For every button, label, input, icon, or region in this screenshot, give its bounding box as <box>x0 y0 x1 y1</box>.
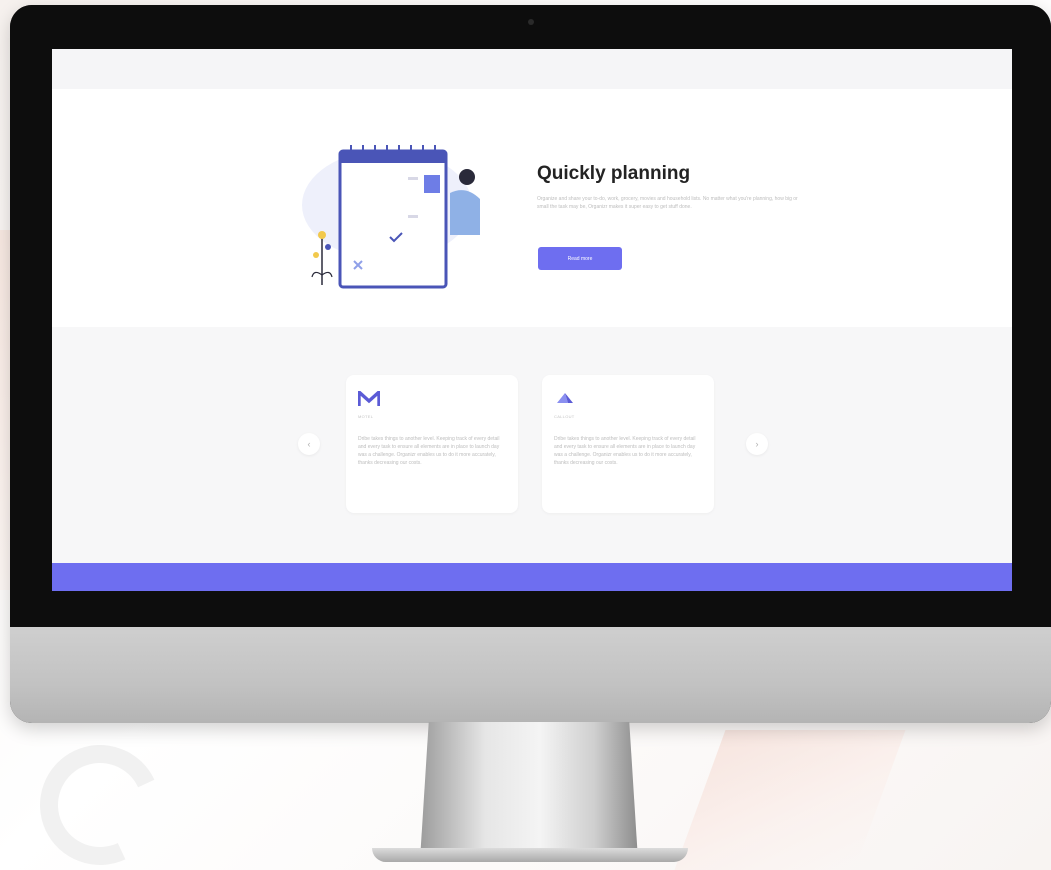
camera-icon <box>528 19 534 25</box>
carousel-prev-button[interactable]: ‹ <box>298 433 320 455</box>
testimonial-card: CALLOUT Dribe takes things to another le… <box>542 375 714 513</box>
monitor-stand-foot <box>372 848 688 862</box>
carousel-next-button[interactable]: › <box>746 433 768 455</box>
m-logo-icon <box>357 388 381 406</box>
monitor-bezel: Quickly planning Organize and share your… <box>10 5 1051 627</box>
footer-band <box>52 563 1012 591</box>
background-book-shape <box>674 730 906 870</box>
monitor-stand <box>420 722 638 860</box>
chevron-left-icon: ‹ <box>307 439 311 449</box>
calendar-illustration <box>302 145 480 289</box>
hero-section: Quickly planning Organize and share your… <box>52 89 1012 327</box>
hero-title: Quickly planning <box>537 163 691 184</box>
testimonials-section: ‹ MOTEL Dribe takes things to another le… <box>52 327 1012 563</box>
monitor-chin <box>10 627 1051 723</box>
card-logo: MOTEL <box>357 388 506 419</box>
hero-description: Organize and share your to-do, work, gro… <box>537 196 798 210</box>
card-text: Dribe takes things to another level. Kee… <box>358 436 500 466</box>
card-logo: CALLOUT <box>554 391 702 419</box>
chevron-right-icon: › <box>755 439 759 449</box>
site-header <box>52 49 1012 89</box>
card-text: Dribe takes things to another level. Kee… <box>554 436 696 466</box>
card-logo-text: CALLOUT <box>554 414 575 419</box>
card-logo-text: MOTEL <box>358 414 374 419</box>
monitor-screen: Quickly planning Organize and share your… <box>52 49 1012 591</box>
testimonial-card: MOTEL Dribe takes things to another leve… <box>346 375 518 513</box>
megaphone-logo-icon <box>557 393 573 403</box>
read-more-button[interactable]: Read more <box>538 247 622 270</box>
imac-monitor: Quickly planning Organize and share your… <box>10 5 1051 723</box>
background-watch-shape <box>23 728 177 870</box>
